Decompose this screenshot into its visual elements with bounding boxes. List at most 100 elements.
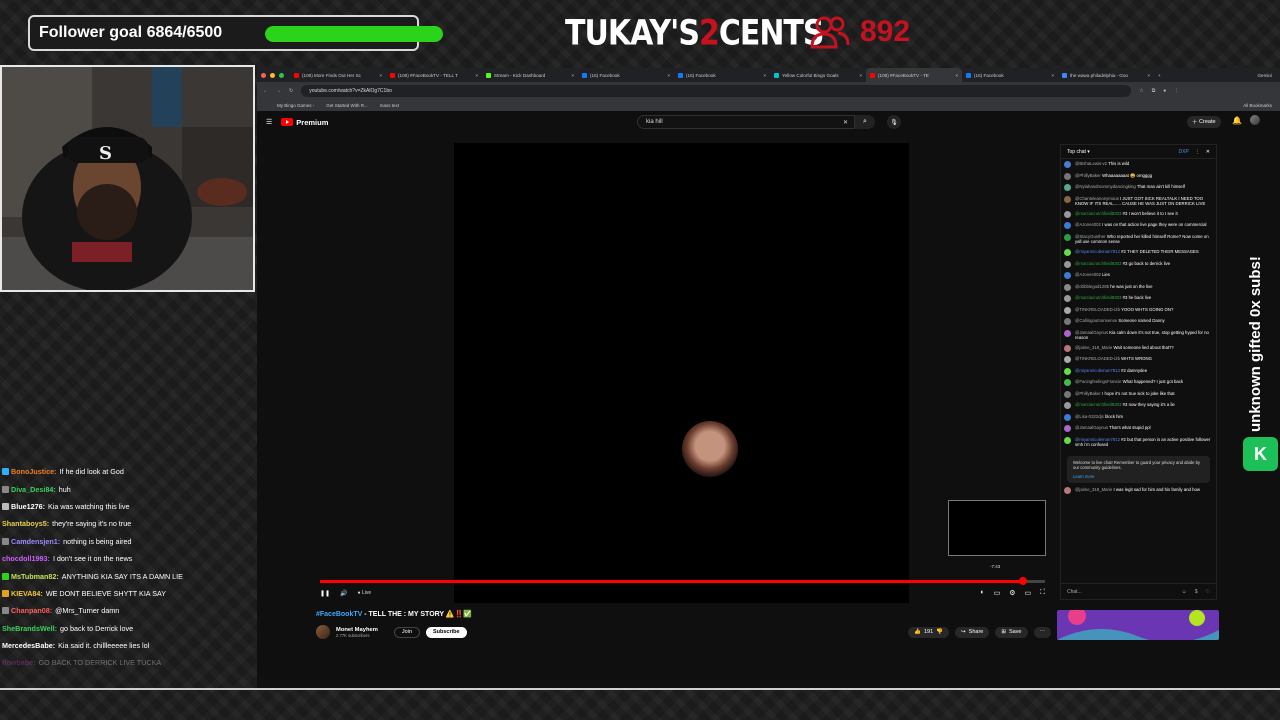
emoji-icon[interactable]: ☺ [1182,589,1187,595]
chat-username[interactable]: @PhillyBaker [1075,173,1101,178]
profile-icon[interactable]: ● [1163,88,1166,94]
channel-avatar[interactable] [316,625,330,639]
share-button[interactable]: ↪ Share [955,626,990,638]
tab-close-icon[interactable]: × [859,73,862,78]
browser-tab[interactable]: (108) More Finds Out Her Sc × [290,68,386,82]
bookmark-item[interactable]: Get Started With R... [326,103,368,108]
browser-tab[interactable]: (108) #FaceBookTV - TELL T × [386,68,482,82]
save-button[interactable]: ⊞ Save [995,626,1028,638]
live-indicator[interactable]: ● Live [358,590,372,596]
extensions-icon[interactable]: ⧉ [1152,88,1156,94]
bookmark-item[interactable]: mass text [380,103,399,108]
thumbs-down-icon[interactable]: 👎 [936,629,943,635]
tab-close-icon[interactable]: × [1051,73,1054,78]
chat-username[interactable]: @StacyGunther [1075,234,1106,239]
menu-icon[interactable]: ⋮ [1174,88,1179,94]
browser-tab[interactable]: Stream - Kick Dashboard × [482,68,578,82]
chat-username[interactable]: @TINKRELOADED-i2b [1075,307,1120,312]
promo-banner[interactable] [1057,610,1219,640]
chat-username[interactable]: @AJones002 [1075,222,1101,227]
video-title-hashtag[interactable]: #FaceBookTV [316,611,362,618]
chat-username[interactable]: @TINKRELOADED-i2b [1075,356,1120,361]
autoplay-toggle-icon[interactable]: ◐ [980,589,984,597]
video-progress-bar[interactable] [320,577,1045,585]
captions-icon[interactable]: ▭ [994,589,1001,597]
chat-username[interactable]: @AJones002 [1075,272,1101,277]
browser-tab[interactable]: (16) Facebook × [578,68,674,82]
video-progress-knob[interactable] [1019,577,1028,585]
chat-username[interactable]: @dribblegod1285 [1075,284,1109,289]
browser-tab[interactable]: (108) #FaceBookTV - TE × [866,68,962,82]
chat-username[interactable]: @BishaLewis-v2 [1075,161,1107,166]
super-chat-icon[interactable]: $ [1195,589,1198,595]
hamburger-menu-icon[interactable]: ☰ [266,118,272,126]
subscribe-button[interactable]: Subscribe [425,626,467,638]
chat-username[interactable]: @FacingfeelingsFrancie [1075,379,1121,384]
notifications-bell-icon[interactable]: 🔔 [1232,116,1242,125]
address-bar[interactable]: youtube.com/watch?v=ZkAlOg7C1bo [301,85,1132,97]
search-input[interactable]: kia hill ✕ [637,115,855,129]
create-button[interactable]: ＋ Create [1187,116,1221,128]
chat-username[interactable]: @miyannicoleman7812 [1075,368,1120,373]
heart-icon[interactable]: ♡ [1206,589,1210,595]
account-avatar[interactable] [1250,115,1260,125]
chat-username[interactable]: @marciacrutchfield8303 [1075,402,1121,407]
top-chat-dropdown[interactable]: Top chat ▾ [1067,149,1090,155]
tab-close-icon[interactable]: × [379,73,382,78]
miniplayer-preview[interactable] [948,500,1046,556]
all-bookmarks-button[interactable]: All Bookmarks [1243,103,1272,108]
chat-username[interactable]: @marciacrutchfield8303 [1075,295,1121,300]
learn-more-link[interactable]: Learn more [1073,474,1204,479]
browser-tab[interactable]: (16) Facebook × [674,68,770,82]
browser-tab[interactable]: Yellow Colorful Bingo Goals × [770,68,866,82]
chat-username[interactable]: @marciacrutchfield8303 [1075,211,1121,216]
bookmark-star-icon[interactable]: ☆ [1139,88,1143,94]
search-button[interactable]: ⌕ [855,115,875,129]
tab-close-icon[interactable]: × [667,73,670,78]
volume-icon[interactable]: 🔊 [340,590,347,597]
tab-close-icon[interactable]: × [475,73,478,78]
chat-username[interactable]: @miyannicoleman7812 [1075,437,1120,442]
close-chat-icon[interactable]: ✕ [1206,149,1210,155]
new-tab-icon[interactable]: + [1158,73,1161,78]
pause-icon[interactable]: ❚❚ [320,590,330,597]
settings-gear-icon[interactable]: ⚙ [1009,589,1015,597]
video-player[interactable] [454,143,909,603]
minimize-window-button[interactable] [270,72,275,78]
back-icon[interactable]: ← [263,88,268,94]
dxp-badge[interactable]: DXP [1179,149,1189,155]
maximize-window-button[interactable] [279,72,284,78]
chat-username[interactable]: @jaime_318_Marie [1075,487,1112,492]
chat-username[interactable]: @Nylahandmommydancingking [1075,184,1136,189]
gemini-button[interactable]: Gemini [1257,73,1272,78]
chat-username[interactable]: @JamaalGaynus [1075,330,1108,335]
tab-close-icon[interactable]: × [571,73,574,78]
chat-username[interactable]: @miyannicoleman7812 [1075,249,1120,254]
browser-tab[interactable]: the wawa philadelphia - Goo × [1058,68,1154,82]
chat-username[interactable]: @Lisa-0322djs [1075,414,1104,419]
bookmark-item[interactable]: My Bingo Games - [277,103,314,108]
chat-input[interactable]: Chat... ☺ $ ♡ [1061,583,1216,599]
channel-name[interactable]: Monet Mayhem [336,627,378,633]
forward-icon[interactable]: → [276,88,281,94]
tab-close-icon[interactable]: × [1147,73,1150,78]
chat-username[interactable]: @Callingoutnonsense [1075,318,1117,323]
browser-tab[interactable]: (16) Facebook × [962,68,1058,82]
mic-button[interactable]: 🎙 [887,115,901,129]
tab-close-icon[interactable]: × [763,73,766,78]
like-button[interactable]: 👍 191 👎 [908,626,950,638]
chat-username[interactable]: @marciacrutchfield8303 [1075,261,1121,266]
theater-mode-icon[interactable]: ▭ [1024,589,1031,597]
chat-username[interactable]: @JamaalGaynus [1075,425,1108,430]
clear-search-icon[interactable]: ✕ [843,119,848,126]
youtube-logo[interactable]: Premium [281,118,328,127]
chat-username[interactable]: @Chanteleanonymous [1075,196,1119,201]
join-button[interactable]: Join [393,626,420,638]
chat-menu-icon[interactable]: ⋮ [1195,149,1200,155]
chat-username[interactable]: @jaime_318_Marie [1075,345,1112,350]
close-window-button[interactable] [261,72,266,78]
more-actions-button[interactable]: ⋯ [1033,626,1051,638]
fullscreen-icon[interactable]: ⛶ [1040,589,1045,597]
reload-icon[interactable]: ↻ [289,88,293,94]
chat-username[interactable]: @PhillyBaker [1075,391,1101,396]
